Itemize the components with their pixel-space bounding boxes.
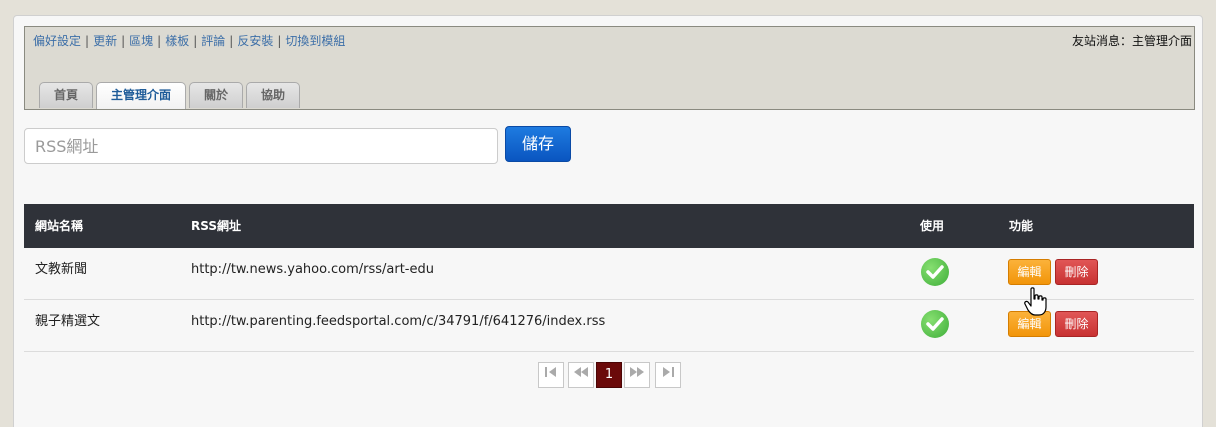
friend-site-message: 友站消息：主管理介面 <box>1071 34 1192 48</box>
rss-url: http://tw.news.yahoo.com/rss/art-edu <box>191 262 434 277</box>
tab-about[interactable]: 關於 <box>189 82 244 108</box>
link-preferences[interactable]: 偏好設定 <box>33 34 81 48</box>
table-row: 文教新聞 http://tw.news.yahoo.com/rss/art-ed… <box>24 248 1194 300</box>
edit-button[interactable]: 編輯 <box>1008 259 1051 285</box>
link-switch-module[interactable]: 切換到模組 <box>285 34 345 48</box>
table-row: 親子精選文 http://tw.parenting.feedsportal.co… <box>24 300 1194 352</box>
header-site-name: 網站名稱 <box>35 219 84 233</box>
header-enabled: 使用 <box>920 219 945 233</box>
rss-url: http://tw.parenting.feedsportal.com/c/34… <box>191 314 606 329</box>
page-number-current[interactable]: 1 <box>596 362 622 388</box>
header-actions: 功能 <box>1009 219 1034 233</box>
rss-url-input[interactable] <box>24 128 498 164</box>
link-templates[interactable]: 樣板 <box>165 34 189 48</box>
table-header: 網站名稱 RSS網址 使用 功能 <box>24 204 1194 248</box>
delete-button[interactable]: 刪除 <box>1055 259 1098 285</box>
link-blocks[interactable]: 區塊 <box>129 34 153 48</box>
link-uninstall[interactable]: 反安裝 <box>237 34 273 48</box>
enabled-check-icon[interactable] <box>921 258 949 286</box>
site-name: 文教新聞 <box>35 262 88 277</box>
delete-button[interactable]: 刪除 <box>1055 311 1098 337</box>
header-rss-url: RSS網址 <box>191 219 241 233</box>
tab-help[interactable]: 協助 <box>246 82 301 108</box>
save-button[interactable]: 儲存 <box>505 126 571 162</box>
link-comments[interactable]: 評論 <box>201 34 225 48</box>
first-page-icon[interactable] <box>538 362 564 388</box>
main-panel: 偏好設定 | 更新 | 區塊 | 樣板 | 評論 | 反安裝 | 切換到模組 友站消息：主管理介面 首頁… <box>13 15 1203 427</box>
next-page-icon[interactable] <box>624 362 650 388</box>
tab-home[interactable]: 首頁 <box>39 82 94 108</box>
edit-button[interactable]: 編輯 <box>1008 311 1051 337</box>
last-page-icon[interactable] <box>655 362 681 388</box>
module-header: 偏好設定 | 更新 | 區塊 | 樣板 | 評論 | 反安裝 | 切換到模組 友站消息：主管理介面 首頁… <box>24 26 1195 110</box>
tab-bar: 首頁 主管理介面 關於 協助 <box>39 82 301 109</box>
pagination: 1 <box>24 362 1194 390</box>
prev-page-icon[interactable] <box>568 362 594 388</box>
tab-main-admin[interactable]: 主管理介面 <box>96 82 187 109</box>
admin-links: 偏好設定 | 更新 | 區塊 | 樣板 | 評論 | 反安裝 | 切換到模組 <box>33 34 346 48</box>
site-name: 親子精選文 <box>35 314 101 329</box>
enabled-check-icon[interactable] <box>921 310 949 338</box>
rss-table: 網站名稱 RSS網址 使用 功能 文教新聞 http://tw.news.yah… <box>24 204 1194 388</box>
link-update[interactable]: 更新 <box>93 34 117 48</box>
